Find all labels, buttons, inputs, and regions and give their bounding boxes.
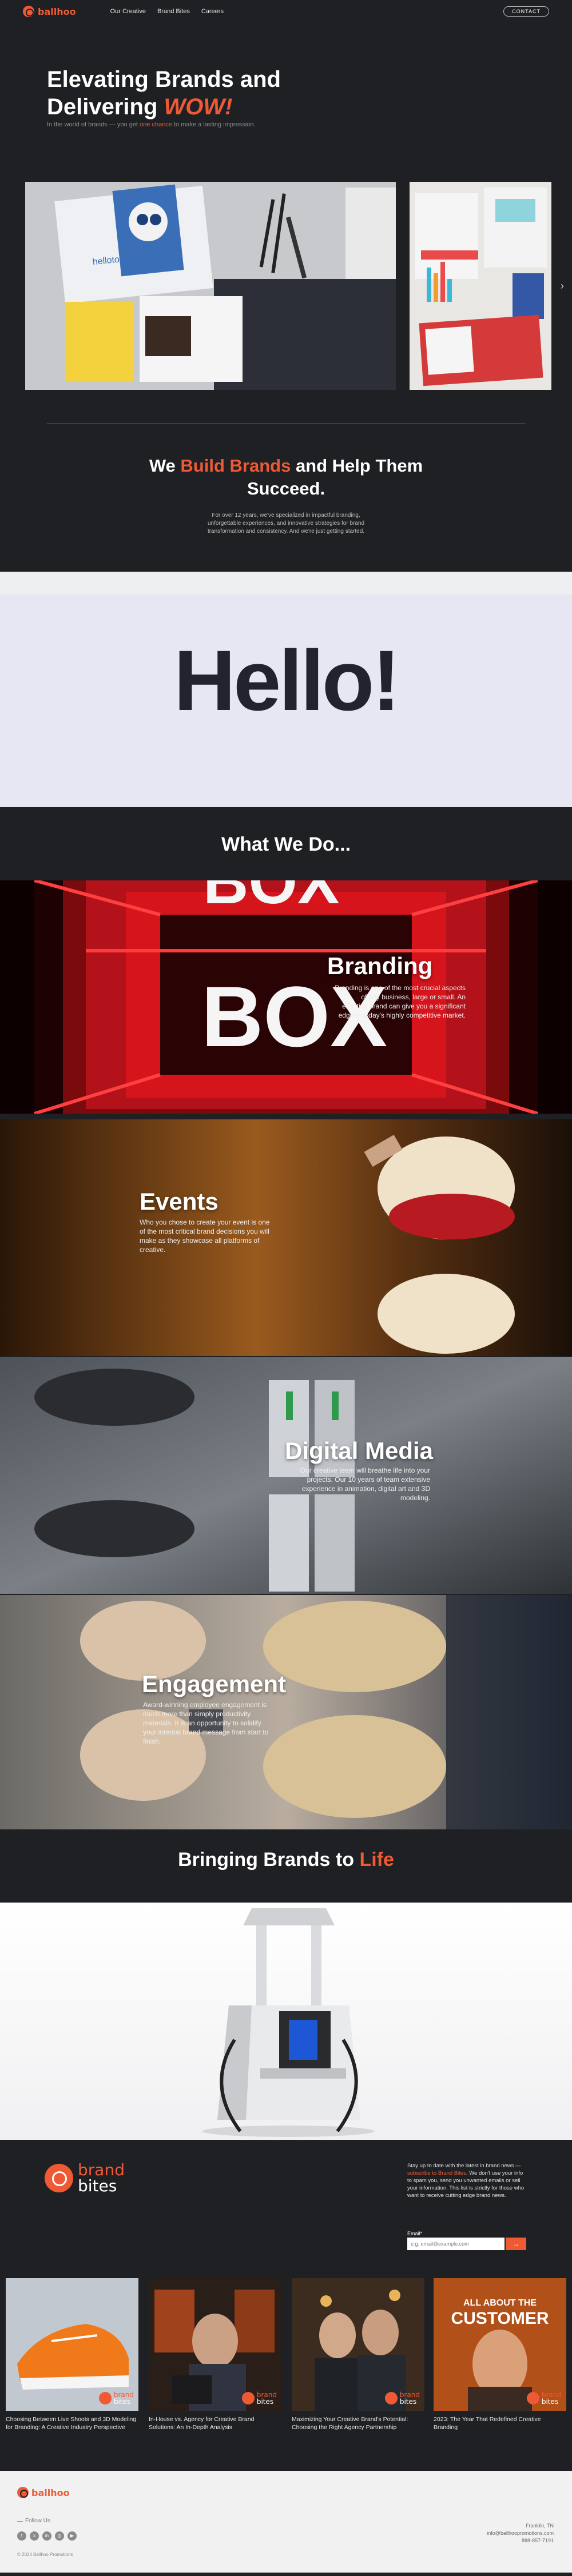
follow-line [17, 2521, 23, 2522]
footer-phone[interactable]: 888-857-7191 [487, 2537, 554, 2545]
hero-title-line2: Delivering [47, 94, 164, 119]
service-engagement[interactable]: Engagement Award-winning employee engage… [0, 1595, 572, 1829]
nav-link-brand-bites[interactable]: Brand Bites [157, 8, 190, 15]
follow-label: Follow Us [25, 2518, 50, 2524]
blog-card[interactable]: brand bites Maximizing Your Creative Bran… [292, 2278, 424, 2431]
customer-overlay-top: ALL ABOUT THE [463, 2298, 537, 2308]
hero-title-line1: Elevating Brands and [47, 67, 281, 92]
card-image: brand bites [149, 2278, 281, 2411]
hero-title: Elevating Brands and Delivering WOW! [47, 66, 281, 121]
brand-logo[interactable]: ballhoo [23, 6, 76, 17]
stationery-photo: hellotomorrow [25, 182, 396, 390]
service-digital-media[interactable]: Digital Media Our creative team will bre… [0, 1357, 572, 1594]
copyright: © 2024 Ballhoo Promotions [17, 2552, 73, 2557]
service-text: Branding is one of the most crucial aspe… [335, 984, 466, 1019]
card-image: brand bites [292, 2278, 424, 2411]
hero-subtitle: In the world of brands — you get one cha… [47, 121, 255, 128]
nav-links: Our Creative Brand Bites Careers [110, 8, 224, 15]
service-text: Award-winning employee engagement is muc… [143, 1701, 269, 1745]
card-caption[interactable]: Maximizing Your Creative Brand's Potenti… [292, 2415, 424, 2431]
x-icon[interactable]: x [30, 2531, 39, 2541]
events-photo [0, 1119, 572, 1356]
footer-logo-text: ballhoo [31, 2487, 70, 2498]
intro-title-highlight: Build Brands [180, 456, 291, 476]
brochure-photo [410, 182, 551, 390]
card-image: ALL ABOUT THE CUSTOMER brand bites [434, 2278, 566, 2411]
service-events[interactable]: Events Who you chose to create your even… [0, 1119, 572, 1356]
desc-pre: Stay up to date with the latest in brand… [407, 2163, 521, 2169]
box-sign-top: BOX [203, 880, 339, 917]
email-input[interactable] [407, 2238, 505, 2250]
brand-bites-badge: brand bites [526, 2391, 562, 2405]
brand-bites-word2: bites [78, 2176, 117, 2195]
footer-email[interactable]: info@ballhoopromotions.com [487, 2530, 554, 2537]
life-heading-highlight: Life [359, 1849, 394, 1871]
brand-bites-badge: brand bites [241, 2391, 277, 2405]
subscribe-button[interactable]: → [506, 2238, 526, 2250]
blog-card[interactable]: ALL ABOUT THE CUSTOMER brand bites 2023: … [434, 2278, 566, 2431]
service-title: Digital Media [285, 1437, 434, 1464]
light-band [0, 572, 572, 595]
service-title: Branding [327, 952, 433, 979]
logo-text: ballhoo [38, 6, 76, 17]
service-title: Engagement [142, 1670, 287, 1697]
engagement-photo [0, 1595, 572, 1829]
slider-next-icon[interactable]: › [561, 280, 564, 292]
hero-subtitle-pre: In the world of brands — you get [47, 121, 140, 128]
footer: ballhoo Follow Us f x in ◎ ▶ © 2024 Ball… [0, 2471, 572, 2576]
digital-media-photo [0, 1357, 572, 1594]
blog-card[interactable]: brand bites In-House vs. Agency for Creat… [149, 2278, 281, 2431]
customer-overlay-main: CUSTOMER [451, 2309, 549, 2328]
service-text: Who you chose to create your event is on… [140, 1218, 270, 1254]
intro-title-pre: We [149, 456, 181, 476]
service-title: Events [140, 1188, 219, 1215]
life-heading: Bringing Brands to Life [0, 1849, 572, 1871]
intro-text: For over 12 years, we've specialized in … [207, 512, 365, 535]
youtube-icon[interactable]: ▶ [67, 2531, 77, 2541]
nav-link-our-creative[interactable]: Our Creative [110, 8, 146, 15]
brand-bites-description: Stay up to date with the latest in brand… [407, 2162, 527, 2199]
section-divider [47, 423, 525, 424]
slide-stationery[interactable]: hellotomorrow [25, 182, 396, 390]
brand-bites-word1: brand [78, 2160, 125, 2179]
top-nav: ballhoo Our Creative Brand Bites Careers… [0, 0, 572, 23]
intro-title: We Build Brands and Help Them Succeed. [143, 454, 429, 500]
email-label: Email* [407, 2231, 423, 2236]
life-heading-pre: Bringing Brands to [178, 1849, 360, 1871]
kiosk-product-image [202, 1908, 374, 2137]
product-section [0, 1903, 572, 2140]
footer-location: Franklin, TN [526, 2523, 554, 2529]
footer-logo-mark-icon [17, 2487, 29, 2498]
slide-brochures[interactable] [410, 182, 551, 390]
brand-bites-logo: brand bites [45, 2162, 125, 2194]
card-caption[interactable]: In-House vs. Agency for Creative Brand S… [149, 2415, 281, 2431]
social-links: f x in ◎ ▶ [17, 2531, 77, 2541]
instagram-icon[interactable]: ◎ [55, 2531, 64, 2541]
footer-logo[interactable]: ballhoo [17, 2487, 70, 2498]
nav-link-careers[interactable]: Careers [201, 8, 224, 15]
services-heading: What We Do... [221, 834, 351, 855]
brand-bites-badge: brand bites [384, 2391, 420, 2405]
brand-bites-mark-icon [45, 2164, 73, 2192]
branding-photo: BOX BOX [0, 880, 572, 1114]
blog-card[interactable]: brand bites Choosing Between Live Shoots … [6, 2278, 138, 2431]
hero-subtitle-highlight: one chance [140, 121, 172, 128]
hero-title-wow: WOW! [164, 94, 233, 119]
facebook-icon[interactable]: f [17, 2531, 26, 2541]
brand-bites-badge: brand bites [98, 2391, 134, 2405]
footer-contact: Franklin, TN info@ballhoopromotions.com … [487, 2522, 554, 2545]
subscribe-link[interactable]: subscribe to Brand Bites [407, 2170, 466, 2176]
logo-mark-icon [23, 6, 34, 17]
hello-heading: Hello! [173, 632, 401, 728]
service-text: Our creative team will breathe life into… [300, 1466, 430, 1502]
linkedin-icon[interactable]: in [42, 2531, 51, 2541]
card-caption[interactable]: 2023: The Year That Redefined Creative B… [434, 2415, 566, 2431]
service-branding[interactable]: BOX BOX Branding Branding is one of the … [0, 880, 572, 1114]
hero-subtitle-post: to make a lasting impression. [172, 121, 256, 128]
card-caption[interactable]: Choosing Between Live Shoots and 3D Mode… [6, 2415, 138, 2431]
bottom-bar [0, 2573, 572, 2576]
contact-button[interactable]: CONTACT [503, 6, 549, 17]
card-image: brand bites [6, 2278, 138, 2411]
